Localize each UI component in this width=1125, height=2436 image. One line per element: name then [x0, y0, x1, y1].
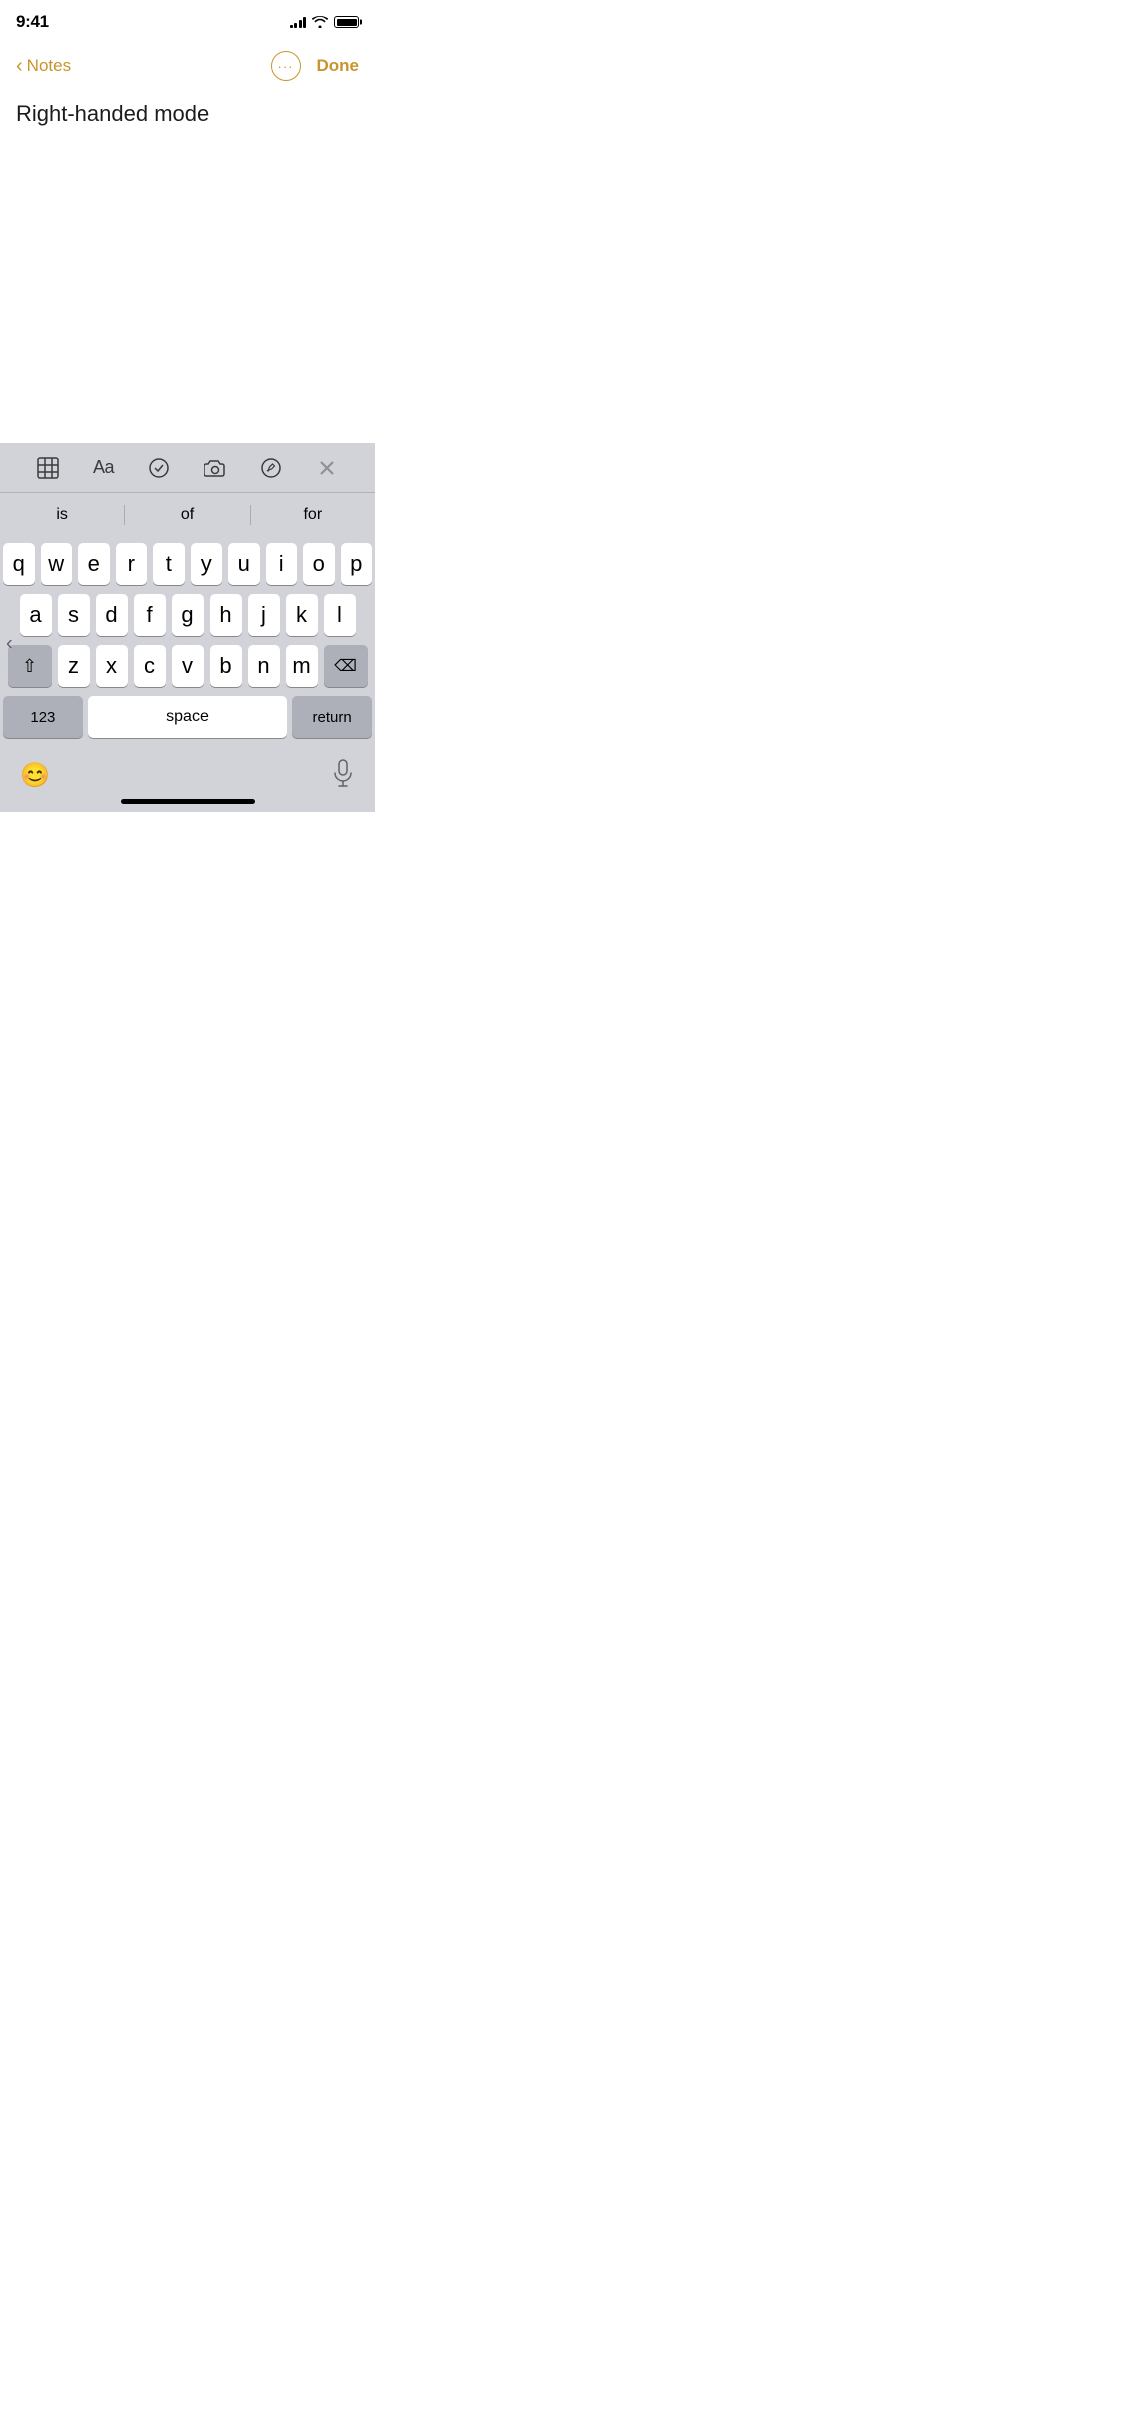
back-label: Notes: [27, 56, 71, 76]
key-i[interactable]: i: [266, 543, 298, 585]
predictive-item-of[interactable]: of: [125, 506, 249, 524]
return-key[interactable]: return: [292, 696, 372, 738]
key-t[interactable]: t: [153, 543, 185, 585]
predictive-item-is[interactable]: is: [0, 506, 124, 524]
key-r[interactable]: r: [116, 543, 148, 585]
key-g[interactable]: g: [172, 594, 204, 636]
nav-bar: ‹ Notes ··· Done: [0, 44, 375, 88]
key-c[interactable]: c: [134, 645, 166, 687]
key-o[interactable]: o: [303, 543, 335, 585]
num-key[interactable]: 123: [3, 696, 83, 738]
key-b[interactable]: b: [210, 645, 242, 687]
more-button[interactable]: ···: [271, 51, 301, 81]
more-icon: ···: [278, 60, 294, 73]
formatting-toolbar: Aa: [0, 443, 375, 493]
key-d[interactable]: d: [96, 594, 128, 636]
checklist-button[interactable]: [148, 457, 170, 479]
keyboard: is of for ‹ q w e r t y u i o p a s d f …: [0, 493, 375, 812]
wifi-icon: [312, 16, 328, 28]
camera-button[interactable]: [204, 457, 226, 479]
key-row-3: ⇧ z x c v b n m ⌫: [3, 645, 372, 687]
status-bar: 9:41: [0, 0, 375, 44]
key-z[interactable]: z: [58, 645, 90, 687]
key-x[interactable]: x: [96, 645, 128, 687]
home-indicator: [121, 799, 255, 804]
key-y[interactable]: y: [191, 543, 223, 585]
mic-button[interactable]: [331, 759, 355, 792]
note-title: Right-handed mode: [16, 100, 359, 129]
keyboard-left-arrow[interactable]: ‹: [0, 623, 19, 666]
key-h[interactable]: h: [210, 594, 242, 636]
battery-icon: [334, 16, 359, 28]
status-icons: [290, 16, 360, 28]
key-u[interactable]: u: [228, 543, 260, 585]
key-j[interactable]: j: [248, 594, 280, 636]
key-a[interactable]: a: [20, 594, 52, 636]
key-q[interactable]: q: [3, 543, 35, 585]
done-button[interactable]: Done: [317, 56, 360, 76]
bottom-bar: 😊: [0, 751, 375, 795]
key-row-2: a s d f g h j k l: [3, 594, 372, 636]
predictive-bar: is of for: [0, 493, 375, 537]
key-w[interactable]: w: [41, 543, 73, 585]
table-button[interactable]: [37, 457, 59, 479]
format-label: Aa: [93, 457, 114, 478]
delete-key[interactable]: ⌫: [324, 645, 368, 687]
key-row-1: q w e r t y u i o p: [3, 543, 372, 585]
note-content[interactable]: Right-handed mode: [0, 88, 375, 141]
emoji-button[interactable]: 😊: [20, 761, 50, 790]
key-m[interactable]: m: [286, 645, 318, 687]
key-v[interactable]: v: [172, 645, 204, 687]
chevron-left-icon: ‹: [16, 56, 23, 76]
format-button[interactable]: Aa: [93, 457, 114, 478]
markup-button[interactable]: [260, 457, 282, 479]
key-s[interactable]: s: [58, 594, 90, 636]
key-e[interactable]: e: [78, 543, 110, 585]
signal-icon: [290, 16, 307, 28]
key-l[interactable]: l: [324, 594, 356, 636]
key-rows: ‹ q w e r t y u i o p a s d f g h j k l: [0, 537, 375, 751]
status-time: 9:41: [16, 12, 49, 32]
back-button[interactable]: ‹ Notes: [16, 56, 71, 76]
predictive-item-for[interactable]: for: [251, 506, 375, 524]
toolbar-close-button[interactable]: [316, 457, 338, 479]
key-k[interactable]: k: [286, 594, 318, 636]
space-key[interactable]: space: [88, 696, 287, 738]
key-p[interactable]: p: [341, 543, 373, 585]
nav-right: ··· Done: [271, 51, 360, 81]
key-n[interactable]: n: [248, 645, 280, 687]
key-f[interactable]: f: [134, 594, 166, 636]
key-row-4: 123 space return: [3, 696, 372, 738]
